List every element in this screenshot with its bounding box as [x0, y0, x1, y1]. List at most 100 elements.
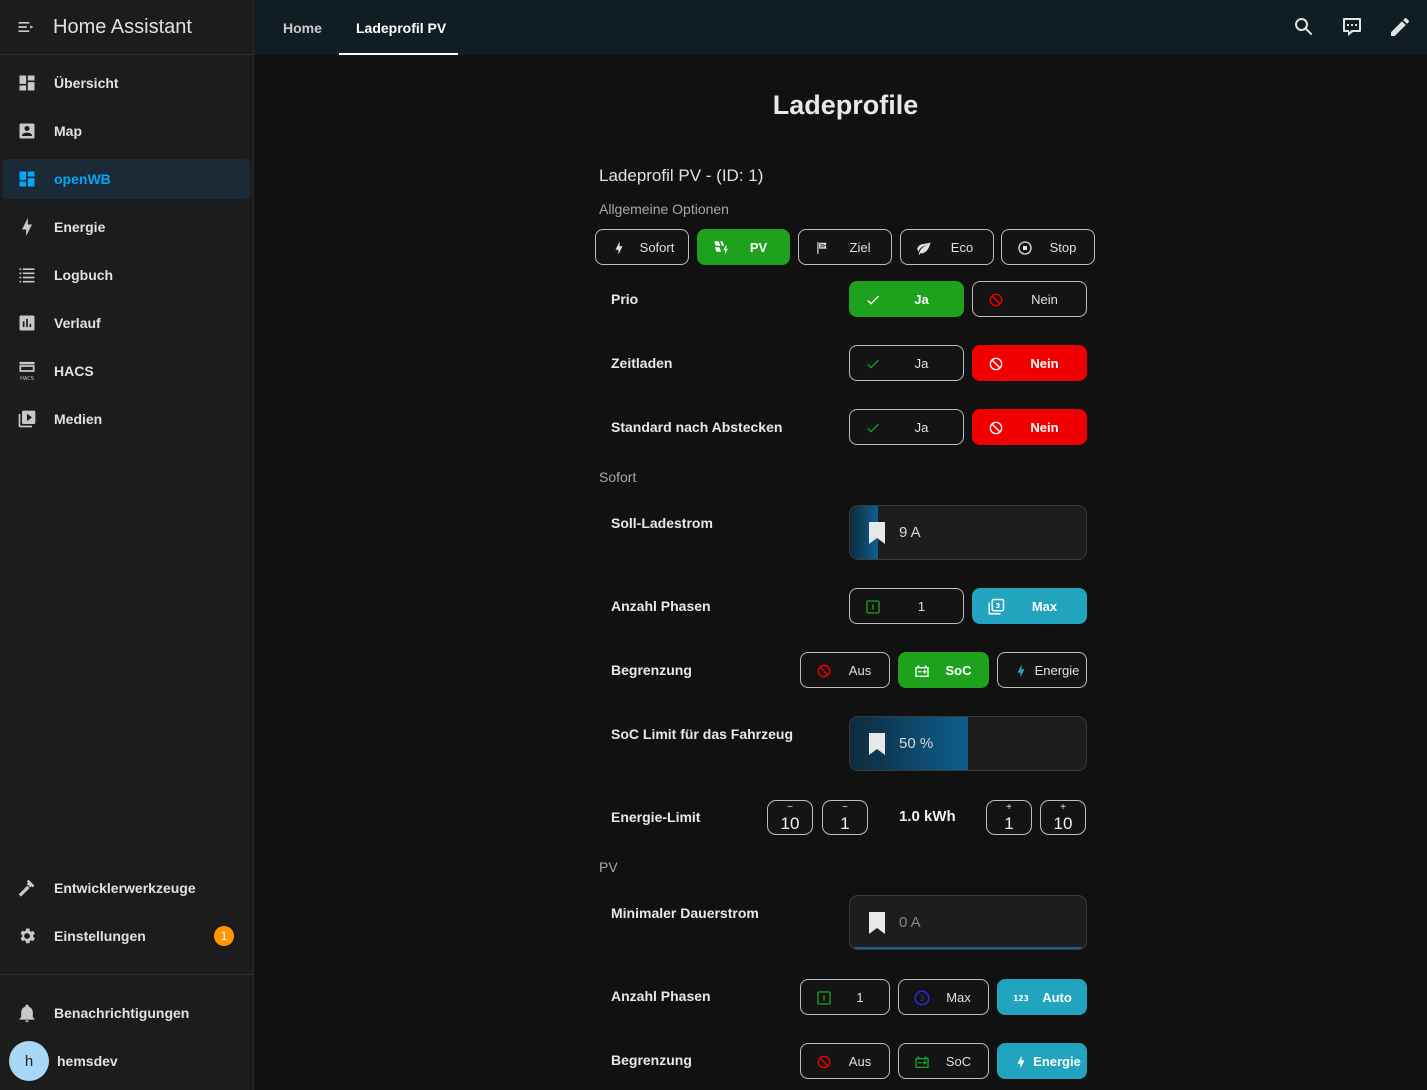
assist-chat-icon[interactable] — [1340, 15, 1364, 39]
begrenzung-sofort-label: Begrenzung — [611, 662, 692, 678]
zeitladen-ja-button[interactable]: Ja — [849, 345, 964, 381]
soc-limit-slider[interactable]: 50 % — [849, 716, 1087, 771]
sidebar-item-verlauf[interactable]: Verlauf — [3, 303, 250, 343]
nein-label: Nein — [1031, 291, 1058, 307]
svg-text:HACS: HACS — [20, 376, 34, 382]
energie-limit-label: Energie-Limit — [611, 809, 701, 825]
section-general: Allgemeine Optionen — [599, 201, 729, 217]
step-value: 1 — [1004, 814, 1014, 833]
standard-nein-button[interactable]: Nein — [972, 409, 1087, 445]
begrenzung-pv-aus-button[interactable]: Aus — [800, 1043, 890, 1079]
sidebar-item-user[interactable]: h hemsdev — [3, 1041, 250, 1081]
begrenzung-sofort-aus-button[interactable]: Aus — [800, 652, 890, 688]
hammer-icon — [16, 877, 38, 899]
mode-sofort-button[interactable]: Sofort — [595, 229, 689, 265]
sidebar-item-label: Einstellungen — [54, 928, 146, 944]
mode-label: Eco — [950, 239, 974, 255]
energie-minus-1-button[interactable]: − 1 — [822, 800, 868, 835]
option-label: 1 — [917, 598, 926, 614]
energie-limit-value: 1.0 kWh — [899, 808, 956, 825]
sidebar-item-label: Energie — [54, 219, 106, 235]
standard-nach-abstecken-label: Standard nach Abstecken — [611, 419, 783, 435]
standard-ja-button[interactable]: Ja — [849, 409, 964, 445]
begrenzung-sofort-soc-button[interactable]: SoC — [898, 652, 989, 688]
svg-text:3: 3 — [996, 602, 1001, 610]
edit-pencil-icon[interactable] — [1388, 15, 1412, 39]
option-label: Energie — [1034, 662, 1080, 678]
nein-label: Nein — [1030, 419, 1059, 435]
phasen-sofort-1-button[interactable]: 1 — [849, 588, 964, 624]
begrenzung-pv-soc-button[interactable]: SoC — [898, 1043, 989, 1079]
option-label: SoC — [945, 1053, 972, 1069]
sidebar-item-medien[interactable]: Medien — [3, 399, 250, 439]
soll-ladestrom-slider[interactable]: 9 A — [849, 505, 1087, 560]
mode-ziel-button[interactable]: Ziel — [798, 229, 892, 265]
search-icon[interactable] — [1292, 15, 1316, 39]
option-label: Aus — [848, 1053, 872, 1069]
energie-plus-10-button[interactable]: + 10 — [1040, 800, 1086, 835]
begrenzung-pv-energie-button[interactable]: Energie — [997, 1043, 1087, 1079]
prio-nein-button[interactable]: Nein — [972, 281, 1087, 317]
sidebar-item-label: Benachrichtigungen — [54, 1005, 190, 1021]
sidebar-item-entwicklerwerkzeuge[interactable]: Entwicklerwerkzeuge — [3, 868, 250, 908]
soll-ladestrom-label: Soll-Ladestrom — [611, 515, 713, 531]
chart-box-icon — [16, 312, 38, 334]
begrenzung-sofort-energie-button[interactable]: Energie — [997, 652, 1087, 688]
sidebar-item-energie[interactable]: Energie — [3, 207, 250, 247]
sidebar: Home Assistant Übersicht Map openWB Ener… — [0, 0, 254, 1090]
sidebar-item-label: Map — [54, 123, 82, 139]
mode-label: Stop — [1049, 239, 1077, 255]
min-dauerstrom-slider[interactable]: 0 A — [849, 895, 1087, 950]
option-label: Aus — [848, 662, 872, 678]
topbar: Home Ladeprofil PV — [254, 0, 1427, 55]
option-label: 1 — [856, 989, 864, 1005]
slider-value: 0 A — [899, 914, 921, 931]
sidebar-item-openwb[interactable]: openWB — [3, 159, 250, 199]
slider-value: 9 A — [899, 524, 921, 541]
energie-minus-10-button[interactable]: − 10 — [767, 800, 813, 835]
prio-label: Prio — [611, 291, 639, 307]
option-label: Energie — [1033, 1053, 1081, 1069]
phasen-sofort-max-button[interactable]: 3 Max — [972, 588, 1087, 624]
min-dauerstrom-label: Minimaler Dauerstrom — [611, 905, 759, 921]
tab-ladeprofil-pv[interactable]: Ladeprofil PV — [356, 0, 446, 55]
svg-text:123: 123 — [1013, 994, 1029, 1003]
svg-text:3: 3 — [920, 994, 925, 1003]
sidebar-item-benachrichtigungen[interactable]: Benachrichtigungen — [3, 993, 250, 1033]
prio-ja-button[interactable]: Ja — [849, 281, 964, 317]
sidebar-item-hacs[interactable]: HACS HACS — [3, 351, 250, 391]
option-label: Max — [1031, 598, 1058, 614]
mode-pv-button[interactable]: PV — [697, 229, 790, 265]
minus-sign: − — [842, 802, 848, 813]
dashboard-icon — [16, 168, 38, 190]
sidebar-item-logbuch[interactable]: Logbuch — [3, 255, 250, 295]
sidebar-item-label: Entwicklerwerkzeuge — [54, 880, 196, 896]
phasen-pv-max-button[interactable]: 3 Max — [898, 979, 989, 1015]
tab-home[interactable]: Home — [283, 0, 322, 55]
sidebar-item-einstellungen[interactable]: Einstellungen 1 — [3, 916, 250, 956]
hacs-icon: HACS — [16, 360, 38, 382]
zeitladen-nein-button[interactable]: Nein — [972, 345, 1087, 381]
mode-stop-button[interactable]: Stop — [1001, 229, 1095, 265]
sidebar-item-uebersicht[interactable]: Übersicht — [3, 63, 250, 103]
ja-label: Ja — [914, 419, 929, 435]
mode-eco-button[interactable]: Eco — [900, 229, 994, 265]
slider-underline — [850, 947, 1086, 949]
phasen-pv-auto-button[interactable]: 123 Auto — [997, 979, 1087, 1015]
step-value: 1 — [840, 814, 850, 833]
app-title: Home Assistant — [53, 15, 192, 38]
mode-label: Ziel — [849, 239, 871, 255]
sidebar-item-label: openWB — [54, 171, 111, 187]
energie-plus-1-button[interactable]: + 1 — [986, 800, 1032, 835]
section-pv: PV — [599, 859, 618, 875]
account-box-icon — [16, 120, 38, 142]
phasen-pv-1-button[interactable]: 1 — [800, 979, 890, 1015]
page-title: Ladeprofile — [772, 90, 919, 120]
sidebar-item-label: Verlauf — [54, 315, 101, 331]
sidebar-item-map[interactable]: Map — [3, 111, 250, 151]
card-title: Ladeprofil PV - (ID: 1) — [599, 166, 764, 185]
bookmark-icon — [869, 522, 885, 544]
menu-open-icon[interactable] — [16, 17, 36, 37]
zeitladen-label: Zeitladen — [611, 355, 673, 371]
play-box-multiple-icon — [16, 408, 38, 430]
